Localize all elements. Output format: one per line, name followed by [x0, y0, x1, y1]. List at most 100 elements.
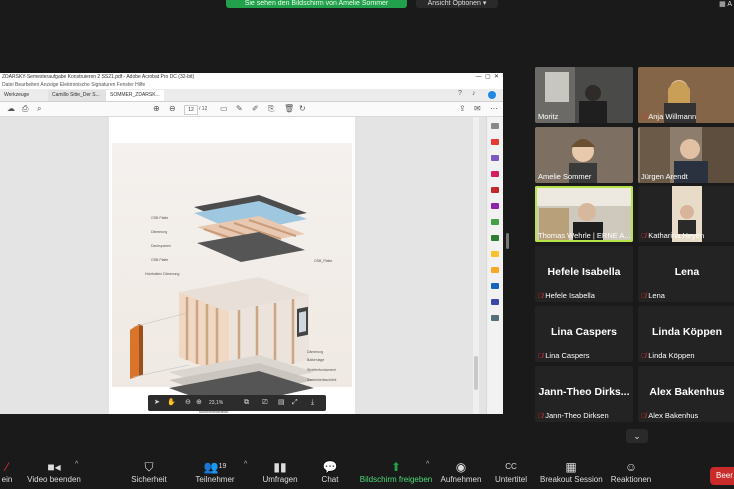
reactions-button[interactable]: ☺ Reaktionen [610, 459, 652, 489]
scrollbar-thumb[interactable] [474, 356, 478, 390]
acrobat-tab-bar: Werkzeuge Camillo Sitte_Der S... SOMMER_… [0, 89, 503, 102]
next-page-chevron-button[interactable]: ⌄ [626, 429, 648, 443]
next-page-icon[interactable]: ⊖ [169, 104, 176, 114]
stamp-tool-icon[interactable] [491, 267, 499, 273]
share-screen-button[interactable]: ⬆ Bildschirm freigeben [358, 459, 434, 489]
participant-big-name: Jann-Theo Dirks... [538, 386, 630, 398]
chat-button[interactable]: 💬 Chat [316, 459, 344, 489]
zoom-icon[interactable] [491, 123, 499, 129]
edit-pdf-icon[interactable] [491, 171, 499, 177]
comment-tool-icon[interactable] [491, 187, 499, 193]
security-button[interactable]: ⛉ Sicherheit [128, 459, 170, 489]
mic-muted-icon: ⁄ [5, 460, 8, 474]
create-pdf-icon[interactable] [491, 155, 499, 161]
gallery-view-button[interactable]: ▦ A [719, 0, 734, 10]
print-icon[interactable]: ⎙ [22, 104, 28, 114]
captions-button[interactable]: CC Untertitel [492, 459, 530, 489]
share-options-caret[interactable]: ^ [426, 461, 429, 468]
participant-tile[interactable]: Lena 🎙̸ Lena [638, 246, 734, 302]
page-view-icon[interactable]: ▤ [278, 398, 285, 408]
polls-button[interactable]: ▮▮ Umfragen [260, 459, 300, 489]
drawing-label: Dämmung [151, 230, 167, 234]
stop-video-button[interactable]: ■◂ Video beenden [26, 459, 82, 489]
participant-name: 🎙̸ Anja Willmann [641, 112, 696, 121]
participant-tile[interactable]: Hefele Isabella 🎙̸ Hefele Isabella [535, 246, 633, 302]
participant-tile[interactable]: Jann-Theo Dirks... 🎙̸ Jann-Theo Dirksen [535, 366, 633, 422]
participant-tile[interactable]: Moritz [535, 67, 633, 123]
download-icon[interactable]: ⤓ [311, 398, 314, 408]
participant-big-name: Hefele Isabella [547, 266, 621, 278]
fit-page-icon[interactable]: ⧉ [244, 398, 249, 408]
participant-tile[interactable]: 🎙̸ Katharina Heyen [638, 186, 734, 242]
more-icon[interactable]: ⋯ [490, 104, 498, 114]
participant-tile[interactable]: Jürgen Arendt [638, 127, 734, 183]
trash-icon[interactable]: 🗑 [284, 104, 294, 114]
breakout-rooms-button[interactable]: ▦ Breakout Session [540, 459, 603, 489]
participant-tile[interactable]: Lina Caspers 🎙̸ Lina Caspers [535, 306, 633, 362]
pen-icon[interactable]: ✎ [236, 104, 243, 114]
grid-icon: ▦ [719, 1, 726, 8]
bell-icon[interactable]: ♪ [472, 90, 476, 97]
export-pdf-icon[interactable] [491, 139, 499, 145]
protect-icon[interactable] [491, 283, 499, 289]
participant-tile[interactable]: 🎙̸ Anja Willmann [638, 67, 734, 123]
leave-meeting-button[interactable]: Beer [710, 467, 734, 485]
participants-button[interactable]: 👥19 Teilnehmer [192, 459, 238, 489]
zoom-level[interactable]: 23,1% [209, 398, 223, 408]
more-tools-icon[interactable] [491, 315, 499, 321]
search-icon[interactable]: ⌕ [37, 104, 41, 114]
participant-tile[interactable]: Amelie Sommer [535, 127, 633, 183]
organize-pages-icon[interactable] [491, 219, 499, 225]
comment-tool-icon-2[interactable] [491, 251, 499, 257]
zoom-out-icon[interactable]: ⊖ [185, 398, 191, 408]
participants-options-caret[interactable]: ^ [244, 461, 247, 468]
participant-tile-active-speaker[interactable]: Thomas Wehrle | ERNE A... [535, 186, 633, 242]
mute-button[interactable]: ⁄ ein [0, 459, 14, 489]
drawing-label: Holzbalken Dämmung [145, 272, 179, 276]
zoom-in-icon[interactable]: ⊕ [196, 398, 202, 408]
full-screen-icon[interactable]: ⤢ [292, 398, 298, 408]
select-tool-icon[interactable]: ➤ [154, 398, 160, 408]
highlight-icon[interactable]: ✐ [252, 104, 259, 114]
share-icon[interactable]: ⇪ [459, 104, 466, 114]
participant-big-name: Linda Köppen [652, 326, 722, 338]
closed-captions-icon: CC [505, 462, 517, 471]
prev-page-icon[interactable]: ⊕ [153, 104, 160, 114]
participant-name: 🎙̸ Alex Bakenhus [641, 411, 698, 420]
document-area[interactable]: OSB Platte Dämmung Dachsparren OSB Platt… [0, 117, 486, 414]
video-options-caret[interactable]: ^ [75, 461, 78, 468]
avatar[interactable] [488, 91, 496, 99]
page-number-input[interactable]: 12 [184, 105, 198, 115]
participant-tile[interactable]: Linda Köppen 🎙̸ Linda Köppen [638, 306, 734, 362]
tools-icon[interactable] [491, 299, 499, 305]
rotate-view-icon[interactable]: ⎚ [262, 398, 268, 408]
participant-tile[interactable]: Alex Bakenhus 🎙̸ Alex Bakenhus [638, 366, 734, 422]
acrobat-menu-bar[interactable]: Datei Bearbeiten Anzeige Elektronische S… [0, 81, 503, 89]
shared-acrobat-window[interactable]: ZDARSKY-Semesteraufgabe Konstruieren 2 S… [0, 73, 503, 414]
rotate-icon[interactable]: ↻ [299, 104, 306, 114]
window-controls[interactable]: — ▢ ✕ [476, 73, 499, 81]
mail-icon[interactable]: ✉ [474, 104, 481, 114]
participant-name-text: Anja Willmann [648, 112, 697, 121]
participant-name-text: Alex Bakenhus [648, 411, 699, 420]
panel-resize-handle[interactable] [506, 233, 509, 249]
cloud-upload-icon[interactable]: ☁ [7, 104, 15, 114]
record-label: Aufnehmen [440, 475, 482, 484]
participant-name-text: Lina Caspers [545, 351, 590, 360]
view-options-label: Ansicht Optionen [427, 0, 481, 7]
scan-icon[interactable] [491, 235, 499, 241]
comment-icon[interactable]: ▭ [220, 104, 228, 114]
record-button[interactable]: ◉ Aufnehmen [440, 459, 482, 489]
reactions-label: Reaktionen [610, 475, 652, 484]
tab-camillo-sitte[interactable]: Camillo Sitte_Der S... [48, 90, 106, 101]
participant-big-name: Lina Caspers [551, 326, 617, 338]
stamp-icon[interactable]: ⎘ [268, 104, 274, 114]
help-icon[interactable]: ? [458, 90, 462, 97]
tab-werkzeuge[interactable]: Werkzeuge [0, 90, 48, 101]
participants-icon: 👥19 [203, 460, 227, 474]
hand-tool-icon[interactable]: ✋ [167, 398, 176, 408]
tab-sommer-zdarsky[interactable]: SOMMER_ZDARSK... [106, 90, 164, 101]
mic-muted-icon: 🎙̸ [641, 114, 647, 121]
fill-sign-icon[interactable] [491, 203, 499, 209]
view-options-button[interactable]: Ansicht Optionen ▾ [416, 0, 498, 8]
